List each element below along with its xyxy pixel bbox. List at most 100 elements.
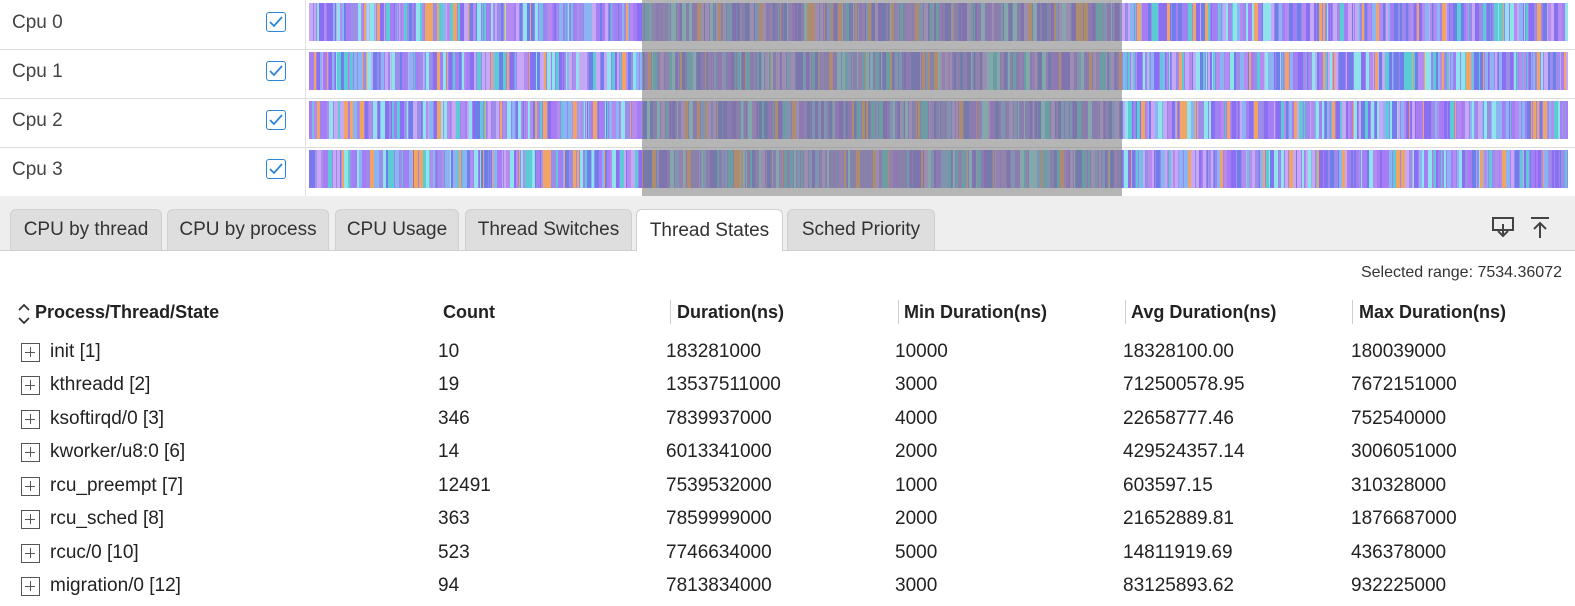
expand-plus-icon[interactable] [21, 477, 40, 496]
expand-plus-icon[interactable] [21, 443, 40, 462]
cpu-slice [1492, 150, 1495, 188]
column-header-name[interactable]: Process/Thread/State [35, 302, 219, 323]
tab-sched-priority[interactable]: Sched Priority [787, 209, 935, 250]
tab-cpu-by-process[interactable]: CPU by process [167, 209, 329, 250]
table-row[interactable]: migration/0 [12] 94 7813834000 3000 8312… [0, 571, 1575, 604]
expand-plus-icon[interactable] [21, 544, 40, 563]
table-row[interactable]: ksoftirqd/0 [3] 346 7839937000 4000 2265… [0, 404, 1575, 437]
cpu-slice [1324, 150, 1327, 188]
cpu-slice [997, 3, 1001, 41]
cpu-slice [1429, 3, 1430, 41]
cpu-slice [1442, 52, 1444, 90]
cpu-slice [1104, 52, 1106, 90]
cpu-slice [1537, 52, 1540, 90]
column-separator[interactable] [670, 300, 671, 324]
expand-plus-icon[interactable] [21, 410, 40, 429]
tab-cpu-by-thread[interactable]: CPU by thread [10, 209, 162, 250]
cpu-slice [1216, 150, 1217, 188]
cpu-slice [1383, 3, 1385, 41]
cpu-slice [1292, 101, 1294, 139]
cpu-slice [596, 52, 600, 90]
cpu-slice [506, 3, 510, 41]
cpu-slice [1178, 3, 1182, 41]
cpu-slice [395, 3, 396, 41]
cpu-track-checkbox[interactable] [266, 159, 286, 179]
column-header-avg-duration[interactable]: Avg Duration(ns) [1131, 302, 1276, 323]
column-header-min-duration[interactable]: Min Duration(ns) [904, 302, 1047, 323]
cpu-slice [931, 52, 934, 90]
tab-thread-switches[interactable]: Thread Switches [465, 209, 632, 250]
table-row[interactable]: rcuc/0 [10] 523 7746634000 5000 14811919… [0, 538, 1575, 571]
table-row[interactable]: rcu_sched [8] 363 7859999000 2000 216528… [0, 504, 1575, 537]
cpu-slice [847, 52, 851, 90]
cpu-slice [1444, 150, 1446, 188]
cpu-slice [630, 3, 633, 41]
cpu-slice [1148, 101, 1149, 139]
cpu-track-checkbox[interactable] [266, 12, 286, 32]
column-separator[interactable] [1125, 300, 1126, 324]
cpu-slice [1284, 52, 1285, 90]
cpu-slice [1197, 101, 1198, 139]
cpu-slice [1514, 150, 1515, 188]
expand-plus-icon[interactable] [21, 510, 40, 529]
cpu-track-slices[interactable] [309, 52, 1568, 90]
tab-thread-states[interactable]: Thread States [636, 209, 783, 251]
cpu-slice [1040, 3, 1041, 41]
cpu-slice [976, 150, 977, 188]
cpu-slice [868, 150, 869, 188]
column-header-max-duration[interactable]: Max Duration(ns) [1359, 302, 1506, 323]
column-separator[interactable] [898, 300, 899, 324]
tab-cpu-usage[interactable]: CPU Usage [335, 209, 459, 250]
column-header-duration[interactable]: Duration(ns) [677, 302, 784, 323]
column-separator[interactable] [1352, 300, 1353, 324]
cpu-slice [797, 150, 800, 188]
cpu-track-slices[interactable] [309, 3, 1568, 41]
cpu-slice [422, 3, 424, 41]
max-duration-cell: 310328000 [1351, 475, 1447, 496]
cpu-slice [1499, 52, 1502, 90]
cpu-track-checkbox[interactable] [266, 110, 286, 130]
table-row[interactable]: kworker/u8:0 [6] 14 6013341000 2000 4295… [0, 437, 1575, 470]
cpu-slice [1163, 3, 1167, 41]
table-row[interactable]: init [1] 10 183281000 10000 18328100.00 … [0, 337, 1575, 370]
cpu-slice [565, 150, 569, 188]
column-header-count[interactable]: Count [443, 302, 495, 323]
cpu-slice [1339, 52, 1343, 90]
expand-plus-icon[interactable] [21, 343, 40, 362]
cpu-slice [1115, 3, 1119, 41]
cpu-slice [704, 3, 705, 41]
cpu-slice [1394, 3, 1398, 41]
cpu-slice [1066, 3, 1070, 41]
cpu-slice [1519, 101, 1521, 139]
table-row[interactable]: rcu_preempt [7] 12491 7539532000 1000 60… [0, 471, 1575, 504]
table-row[interactable]: kthreadd [2] 19 13537511000 3000 7125005… [0, 370, 1575, 403]
cpu-slice [803, 52, 806, 90]
download-icon[interactable] [1490, 214, 1516, 240]
cpu-slice [1561, 101, 1562, 139]
cpu-track-checkbox[interactable] [266, 61, 286, 81]
cpu-slice [1487, 150, 1488, 188]
cpu-slice [940, 101, 941, 139]
cpu-slice [1430, 3, 1432, 41]
cpu-slice [337, 150, 340, 188]
cpu-slice [421, 101, 422, 139]
cpu-slice [567, 3, 568, 41]
cpu-slice [507, 52, 509, 90]
cpu-track-slices[interactable] [309, 150, 1568, 188]
collapse-up-icon[interactable] [1527, 214, 1553, 240]
cpu-slice [517, 101, 518, 139]
sort-icon[interactable] [17, 302, 31, 326]
cpu-slice [1060, 150, 1064, 188]
cpu-slice [1566, 101, 1568, 139]
expand-plus-icon[interactable] [21, 376, 40, 395]
cpu-slice [514, 150, 516, 188]
cpu-track-slices[interactable] [309, 101, 1568, 139]
cpu-slice [321, 101, 323, 139]
cpu-slice [1300, 3, 1301, 41]
cpu-slice [1352, 3, 1353, 41]
cpu-slice [607, 101, 608, 139]
cpu-slice [759, 101, 761, 139]
cpu-slice [1496, 101, 1499, 139]
expand-plus-icon[interactable] [21, 577, 40, 596]
cpu-slice [857, 3, 858, 41]
